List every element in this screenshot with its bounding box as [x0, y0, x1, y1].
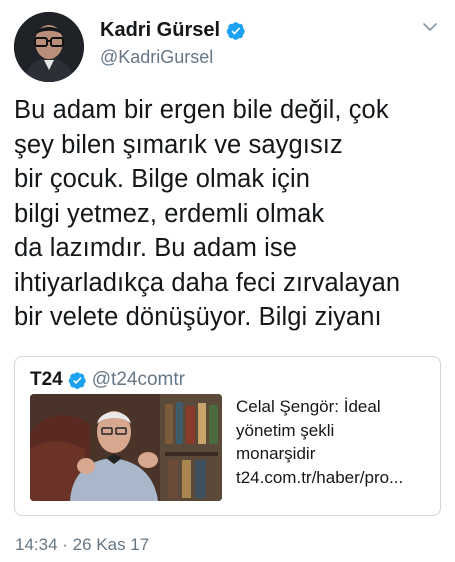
- article-title-line: monarşidir: [236, 444, 316, 463]
- article-link[interactable]: t24.com.tr/haber/pro...: [236, 466, 436, 490]
- tweet-line: ihtiyarladıkça daha feci zırvalayan: [14, 268, 401, 297]
- article-thumbnail[interactable]: [30, 394, 222, 501]
- article-thumbnail-image: [30, 394, 222, 501]
- avatar-photo: [14, 12, 84, 82]
- quoted-tweet-card[interactable]: T24 @t24comtr Celal Şengör: İdeal yöneti…: [14, 356, 441, 516]
- verified-badge-icon: [226, 21, 245, 40]
- quoted-author-name: T24: [30, 369, 63, 390]
- verified-badge-icon: [68, 371, 86, 389]
- tweet-timestamp[interactable]: 14:34 · 26 Kas 17: [15, 535, 149, 555]
- article-title-line: Celal Şengör: İdeal: [236, 397, 381, 416]
- author-handle[interactable]: @KadriGursel: [100, 47, 213, 68]
- tweet-text: Bu adam bir ergen bile değil, çok şey bi…: [14, 93, 444, 335]
- article-preview[interactable]: Celal Şengör: İdeal yönetim şekli monarş…: [236, 395, 436, 489]
- quoted-author-handle: @t24comtr: [91, 369, 185, 390]
- tweet-line: da lazımdır. Bu adam ise: [14, 234, 298, 262]
- author-name[interactable]: Kadri Gürsel: [100, 19, 220, 42]
- tweet-line: bilgi yetmez, erdemli olmak: [14, 199, 325, 228]
- avatar[interactable]: [14, 12, 84, 82]
- tweet-line: şey bilen şımarık ve saygısız: [14, 130, 343, 159]
- author-name-row[interactable]: Kadri Gürsel: [100, 19, 246, 42]
- tweet-line: Bu adam bir ergen bile değil, çok: [14, 96, 389, 124]
- quoted-tweet-header: T24 @t24comtr: [30, 369, 185, 391]
- article-title-line: yönetim şekli: [236, 420, 335, 440]
- tweet-line: bir çocuk. Bilge olmak için: [14, 165, 311, 193]
- tweet-line: bir velete dönüşüyor. Bilgi ziyanı: [14, 303, 382, 331]
- chevron-down-icon[interactable]: [421, 18, 439, 36]
